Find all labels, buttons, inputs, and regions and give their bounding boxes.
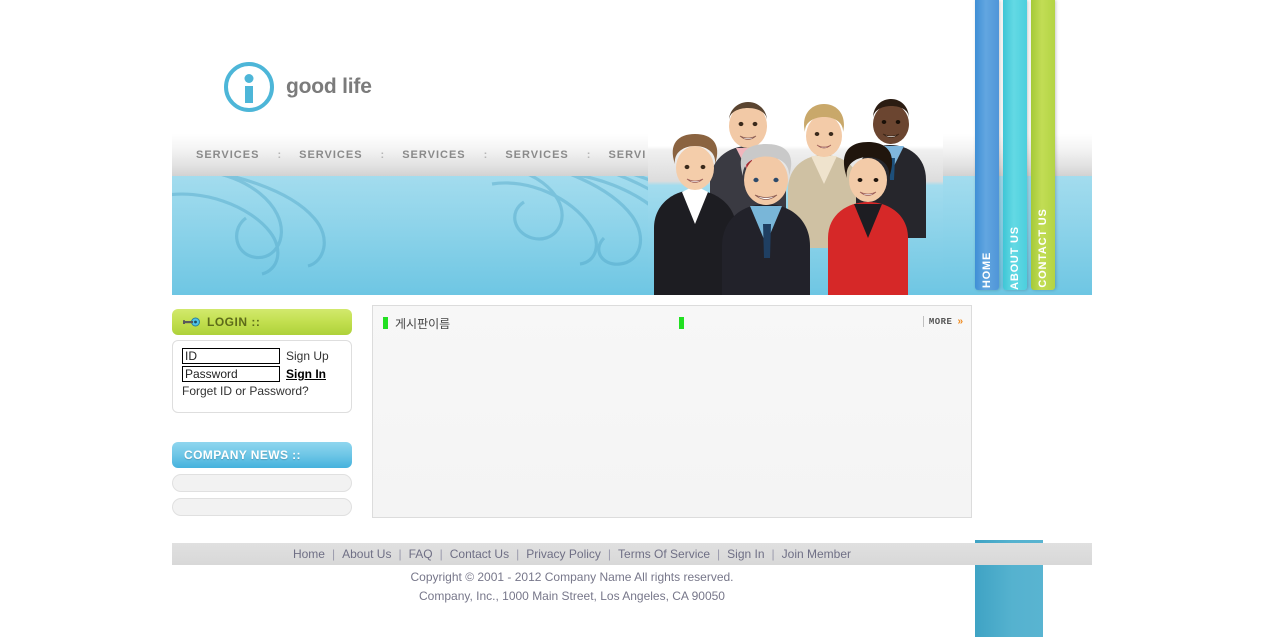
board-panel-header: 게시판이름 MORE » [373,306,971,340]
footer-link-contact-us[interactable]: Contact Us [443,547,516,561]
side-tab-contact-us-label: CONTACT US [1037,208,1049,288]
sign-in-link[interactable]: Sign In [286,367,326,381]
top-navigation: SERVICES : SERVICES : SERVICES : SERVICE… [172,134,1092,176]
sign-up-link[interactable]: Sign Up [286,349,329,363]
login-id-input[interactable] [182,348,280,364]
info-icon-stem [245,86,253,103]
nav-item-services-4[interactable]: SERVICES [487,149,586,161]
side-tab-about-us-label: ABOUT US [1009,226,1021,290]
site-header: good life [172,0,1092,134]
footer-link-about-us[interactable]: About Us [335,547,398,561]
company-news-header: COMPANY NEWS :: [172,442,352,468]
green-bullet-icon [383,317,388,329]
nav-item-services-1[interactable]: SERVICES [172,149,277,161]
side-tab-about-us[interactable]: ABOUT US [1003,0,1027,290]
copyright-line-1: Copyright © 2001 - 2012 Company Name All… [410,570,734,584]
board-panel: 게시판이름 MORE » [372,305,972,518]
more-label: MORE [928,316,953,327]
board-more-link[interactable]: MORE » [922,315,963,327]
nav-item-services-2[interactable]: SERVICES [281,149,380,161]
footer-link-terms-of-service[interactable]: Terms Of Service [611,547,717,561]
green-bullet-icon-secondary [679,317,684,329]
hero-people-photo [648,88,943,295]
login-panel-title: LOGIN :: [207,315,261,329]
info-circle-icon [224,62,274,112]
side-tab-home[interactable]: HOME [975,0,999,290]
side-tab-home-label: HOME [981,251,993,289]
copyright-block: Copyright © 2001 - 2012 Company Name All… [172,568,972,606]
business-team-illustration [648,88,943,295]
login-form: Sign Up Sign In Forget ID or Password? [172,340,352,413]
nav-item-services-3[interactable]: SERVICES [384,149,483,161]
hero-banner [172,176,1092,295]
footer-link-privacy-policy[interactable]: Privacy Policy [519,547,608,561]
info-icon-dot [244,74,254,83]
footer-link-faq[interactable]: FAQ [402,547,440,561]
more-divider [922,316,924,327]
chevron-right-double-icon: » [957,315,963,327]
company-news-title: COMPANY NEWS :: [184,448,301,462]
key-icon [183,317,200,327]
site-logo[interactable]: good life [224,62,372,112]
board-title: 게시판이름 [395,316,451,331]
footer-links: Home | About Us | FAQ | Contact Us | Pri… [172,543,972,565]
forgot-credentials-link[interactable]: Forget ID or Password? [182,384,342,398]
footer-bar-right-strip [1043,543,1092,565]
copyright-line-2: Company, Inc., 1000 Main Street, Los Ang… [419,589,725,603]
footer-link-join-member[interactable]: Join Member [775,547,858,561]
footer-link-sign-in[interactable]: Sign In [720,547,771,561]
footer-link-home[interactable]: Home [286,547,332,561]
main-content: LOGIN :: Sign Up Sign In Forget ID or Pa… [172,295,1092,540]
logo-text: good life [286,75,372,98]
company-news-item-1[interactable] [172,474,352,492]
login-password-row: Sign In [182,366,342,382]
side-tab-contact-us[interactable]: CONTACT US [1031,0,1055,290]
page-root: good life SERVICES : SERVICES : SERVICES… [0,0,1263,637]
company-news-item-2[interactable] [172,498,352,516]
login-panel-header: LOGIN :: [172,309,352,335]
login-password-input[interactable] [182,366,280,382]
login-id-row: Sign Up [182,348,342,364]
